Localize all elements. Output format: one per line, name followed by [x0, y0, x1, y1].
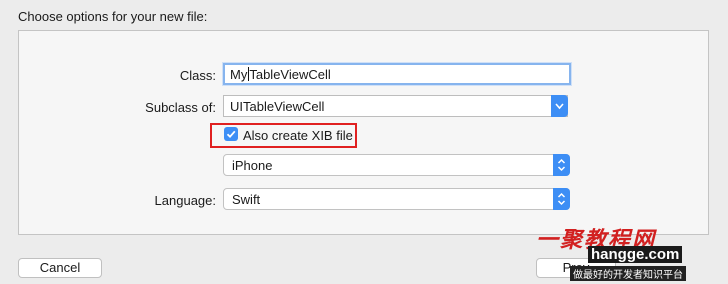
subclass-combo-input[interactable]: UITableViewCell [223, 95, 568, 117]
xib-checkbox[interactable] [224, 127, 238, 141]
language-popup[interactable]: Swift [223, 188, 570, 210]
up-down-arrows-icon [557, 192, 566, 206]
class-name-input[interactable]: My TableViewCell [223, 63, 571, 85]
subclass-label: Subclass of: [145, 100, 216, 115]
class-label: Class: [179, 68, 216, 83]
chevron-down-icon [555, 103, 564, 110]
site-watermark: 一聚教程网 hangge.com 做最好的开发者知识平台 [506, 222, 728, 284]
device-popup-arrows [553, 154, 570, 176]
up-down-arrows-icon [557, 158, 566, 172]
watermark-tagline: 做最好的开发者知识平台 [570, 266, 686, 281]
language-value: Swift [232, 192, 261, 207]
class-value-prefix: My [230, 67, 248, 82]
checkmark-icon [226, 130, 236, 139]
dialog-heading: Choose options for your new file: [18, 9, 208, 24]
watermark-url: hangge.com [588, 246, 683, 263]
cancel-button[interactable]: Cancel [18, 258, 102, 278]
subclass-value: UITableViewCell [230, 99, 325, 114]
subclass-dropdown-button[interactable] [551, 95, 568, 117]
device-value: iPhone [232, 158, 273, 173]
device-popup[interactable]: iPhone [223, 154, 570, 176]
class-value-suffix: TableViewCell [249, 67, 331, 82]
language-label: Language: [154, 193, 216, 208]
language-popup-arrows [553, 188, 570, 210]
xib-checkbox-label[interactable]: Also create XIB file [243, 128, 353, 143]
